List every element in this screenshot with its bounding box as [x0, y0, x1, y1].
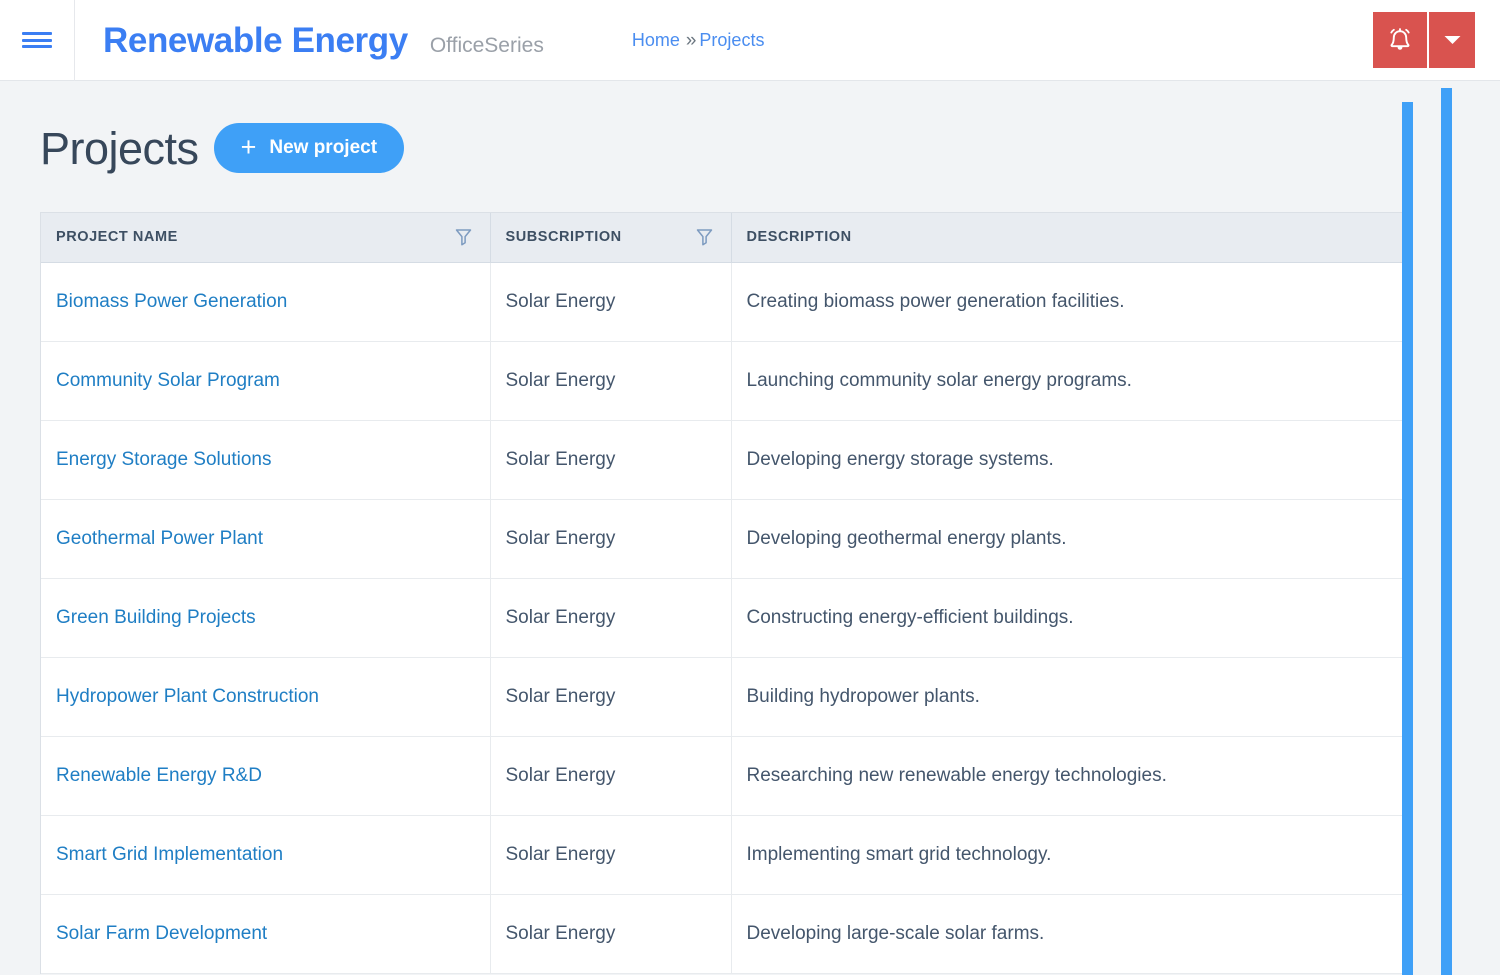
cell-description: Researching new renewable energy technol…	[730, 736, 1410, 816]
column-header-subscription[interactable]: SUBSCRIPTION	[489, 213, 731, 263]
cell-description: Developing energy storage systems.	[730, 420, 1410, 500]
cell-description: Building hydropower plants.	[730, 657, 1410, 737]
project-link[interactable]: Geothermal Power Plant	[56, 528, 263, 549]
table-body: Biomass Power Generation Solar Energy Crea…	[41, 262, 1410, 974]
cell-subscription: Solar Energy	[489, 578, 731, 658]
breadcrumb-separator: »	[685, 29, 697, 51]
cell-subscription: Solar Energy	[489, 499, 731, 579]
project-link[interactable]: Green Building Projects	[56, 607, 256, 628]
cell-project-name: Community Solar Program	[41, 341, 490, 421]
alarm-bell-icon	[1390, 27, 1410, 50]
project-link[interactable]: Biomass Power Generation	[56, 291, 287, 312]
cell-subscription: Solar Energy	[489, 815, 731, 895]
cell-subscription: Solar Energy	[489, 341, 731, 421]
top-bar-actions	[1373, 12, 1475, 68]
plus-icon: +	[240, 131, 257, 162]
breadcrumb-home-link[interactable]: Home	[632, 31, 680, 49]
cell-subscription: Solar Energy	[489, 736, 731, 816]
column-header-project-name[interactable]: PROJECT NAME	[41, 213, 490, 263]
cell-project-name: Green Building Projects	[41, 578, 490, 658]
column-header-label: PROJECT NAME	[56, 229, 178, 246]
cell-project-name: Biomass Power Generation	[41, 262, 490, 342]
new-project-label: New project	[269, 137, 378, 158]
table-row: Hydropower Plant Construction Solar Energ…	[41, 657, 1410, 737]
table-row: Solar Farm Development Solar Energy Develo…	[41, 894, 1410, 974]
cell-description: Developing large-scale solar farms.	[730, 894, 1410, 974]
funnel-icon[interactable]	[696, 228, 713, 246]
project-link[interactable]: Solar Farm Development	[56, 923, 267, 944]
cell-project-name: Smart Grid Implementation	[41, 815, 490, 895]
project-link[interactable]: Smart Grid Implementation	[56, 844, 283, 865]
table-row: Community Solar Program Solar Energy Launc…	[41, 341, 1410, 421]
column-header-label: SUBSCRIPTION	[505, 229, 622, 246]
cell-subscription: Solar Energy	[489, 420, 731, 500]
table-header-row: PROJECT NAME SUBSCRIPTION DESCRIPTION	[41, 213, 1410, 263]
cell-project-name: Geothermal Power Plant	[41, 499, 490, 579]
page-title: Projects	[40, 122, 199, 174]
cell-subscription: Solar Energy	[489, 657, 731, 737]
hamburger-bar	[22, 45, 52, 48]
window-vertical-scrollbar[interactable]	[1441, 88, 1452, 975]
hamburger-icon[interactable]	[0, 0, 75, 81]
page-header: Projects + New project	[0, 81, 1500, 173]
cell-project-name: Renewable Energy R&D	[41, 736, 490, 816]
cell-description: Launching community solar energy program…	[730, 341, 1410, 421]
cell-description: Developing geothermal energy plants.	[730, 499, 1410, 579]
user-menu-dropdown-button[interactable]	[1429, 12, 1475, 68]
hamburger-bar	[22, 38, 52, 42]
projects-table-container: PROJECT NAME SUBSCRIPTION DESCRIPTION Bi…	[40, 212, 1411, 974]
cell-project-name: Solar Farm Development	[41, 894, 490, 974]
table-header: PROJECT NAME SUBSCRIPTION DESCRIPTION	[41, 213, 1410, 263]
project-link[interactable]: Community Solar Program	[56, 370, 280, 391]
cell-subscription: Solar Energy	[489, 262, 731, 342]
table-row: Geothermal Power Plant Solar Energy Develo…	[41, 499, 1410, 579]
funnel-icon[interactable]	[455, 228, 472, 246]
cell-description: Constructing energy-efficient buildings.	[730, 578, 1410, 658]
cell-project-name: Energy Storage Solutions	[41, 420, 490, 500]
table-row: Green Building Projects Solar Energy Const…	[41, 578, 1410, 658]
cell-description: Creating biomass power generation facili…	[730, 262, 1410, 342]
main-content: Projects + New project PROJECT NAME SUBS…	[0, 81, 1500, 975]
project-link[interactable]: Renewable Energy R&D	[56, 765, 262, 786]
breadcrumb: Home » Projects	[632, 31, 765, 50]
brand-title: Renewable Energy	[103, 20, 408, 60]
project-link[interactable]: Energy Storage Solutions	[56, 449, 271, 470]
hamburger-bar	[22, 32, 52, 35]
table-row: Smart Grid Implementation Solar Energy Imp…	[41, 815, 1410, 895]
caret-down-icon	[1444, 36, 1460, 44]
table-row: Renewable Energy R&D Solar Energy Research…	[41, 736, 1410, 816]
cell-project-name: Hydropower Plant Construction	[41, 657, 490, 737]
table-row: Energy Storage Solutions Solar Energy Deve…	[41, 420, 1410, 500]
brand: Renewable Energy OfficeSeries	[75, 23, 544, 58]
cell-description: Implementing smart grid technology.	[730, 815, 1410, 895]
table-row: Biomass Power Generation Solar Energy Crea…	[41, 262, 1410, 342]
column-header-description[interactable]: DESCRIPTION	[730, 213, 1410, 263]
notifications-button[interactable]	[1373, 12, 1429, 68]
project-link[interactable]: Hydropower Plant Construction	[56, 686, 319, 707]
cell-subscription: Solar Energy	[489, 894, 731, 974]
new-project-button[interactable]: + New project	[213, 123, 405, 173]
page-vertical-scrollbar[interactable]	[1402, 102, 1413, 975]
projects-table: PROJECT NAME SUBSCRIPTION DESCRIPTION Bi…	[41, 213, 1410, 974]
brand-subtitle: OfficeSeries	[429, 33, 544, 57]
column-header-label: DESCRIPTION	[746, 229, 852, 246]
top-bar: Renewable Energy OfficeSeries Home » Pro…	[0, 0, 1500, 81]
breadcrumb-projects-link[interactable]: Projects	[699, 31, 764, 49]
